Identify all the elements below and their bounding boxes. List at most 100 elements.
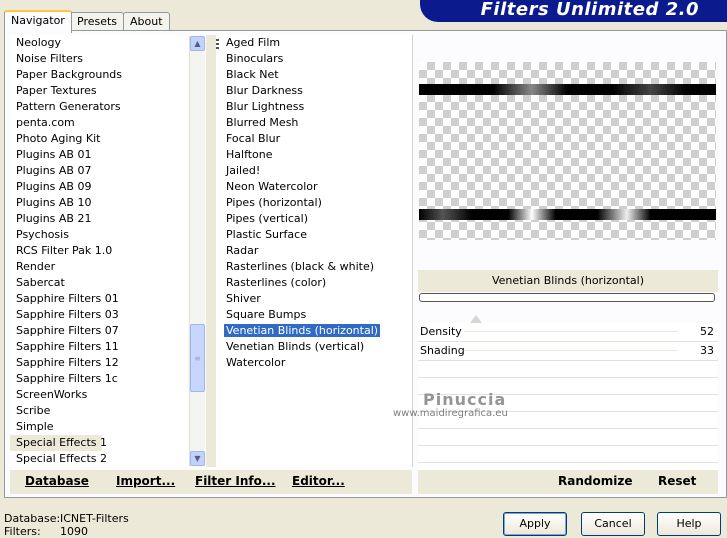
filter-item-label: Plastic Surface: [226, 228, 307, 241]
left-action-bar: Database Import... Filter Info... Editor…: [10, 470, 412, 494]
control-empty: [418, 429, 718, 446]
control-value: 52: [700, 325, 714, 338]
filter-item-label: Blur Darkness: [226, 84, 303, 97]
scroll-up-button[interactable]: ▲: [190, 36, 205, 51]
category-item[interactable]: Sapphire Filters 1c: [10, 371, 188, 387]
control-shading[interactable]: Shading 33: [418, 342, 718, 361]
category-item[interactable]: ScreenWorks: [10, 387, 188, 403]
control-empty: [418, 395, 718, 412]
category-item[interactable]: Special Effects 2: [10, 451, 188, 467]
control-value: 33: [700, 344, 714, 357]
tab-navigator[interactable]: Navigator: [4, 10, 72, 33]
category-item[interactable]: RCS Filter Pak 1.0: [10, 243, 188, 259]
filter-item-label: Blur Lightness: [226, 100, 305, 113]
filter-item[interactable]: Blur Darkness: [216, 83, 412, 99]
filter-item[interactable]: Shiver: [216, 291, 412, 307]
list-splitter[interactable]: [206, 35, 216, 467]
category-item[interactable]: Sapphire Filters 07: [10, 323, 188, 339]
filter-item-label: Rasterlines (color): [226, 276, 327, 289]
filter-item[interactable]: Venetian Blinds (horizontal): [216, 323, 412, 339]
control-density[interactable]: Density 52: [418, 315, 718, 342]
category-item[interactable]: Sabercat: [10, 275, 188, 291]
editor-button[interactable]: Editor...: [292, 474, 345, 488]
filter-item[interactable]: Rasterlines (black & white): [216, 259, 412, 275]
database-value: ICNET-Filters: [60, 512, 129, 525]
filter-list[interactable]: Aged Film Binoculars Black Net Blur Darknes…: [216, 35, 413, 467]
filter-item[interactable]: Black Net: [216, 67, 412, 83]
filter-item-label: Aged Film: [226, 36, 281, 49]
control-empty: [418, 361, 718, 378]
category-item[interactable]: Photo Aging Kit: [10, 131, 188, 147]
filter-item-label: Black Net: [226, 68, 279, 81]
filter-item[interactable]: Blur Lightness: [216, 99, 412, 115]
filter-item[interactable]: Blurred Mesh: [216, 115, 412, 131]
tab-presets[interactable]: Presets: [70, 12, 125, 31]
import-button[interactable]: Import...: [116, 474, 175, 488]
randomize-button[interactable]: Randomize: [558, 474, 632, 488]
filter-item[interactable]: Focal Blur: [216, 131, 412, 147]
grip-icon: ≡: [194, 353, 201, 363]
category-item[interactable]: Pattern Generators: [10, 99, 188, 115]
category-item[interactable]: penta.com: [10, 115, 188, 131]
category-item[interactable]: Plugins AB 10: [10, 195, 188, 211]
filter-item[interactable]: Jailed!: [216, 163, 412, 179]
filter-controls: Density 52 Shading 33: [418, 315, 718, 480]
category-item[interactable]: Psychosis: [10, 227, 188, 243]
category-item[interactable]: Paper Backgrounds: [10, 67, 188, 83]
title-banner: Filters Unlimited 2.0: [420, 0, 727, 22]
filter-item-label: Square Bumps: [226, 308, 307, 321]
scroll-down-button[interactable]: ▼: [190, 451, 205, 466]
filter-item-label: Radar: [226, 244, 259, 257]
selected-filter-name: Venetian Blinds (horizontal): [418, 270, 718, 292]
control-empty: [418, 446, 718, 463]
category-item[interactable]: Noise Filters: [10, 51, 188, 67]
filter-item[interactable]: Radar: [216, 243, 412, 259]
filter-item-label: Rasterlines (black & white): [226, 260, 375, 273]
apply-button[interactable]: Apply: [503, 512, 567, 536]
category-item[interactable]: Sapphire Filters 12: [10, 355, 188, 371]
category-item[interactable]: Simple: [10, 419, 188, 435]
control-label: Density: [420, 325, 462, 338]
filter-item[interactable]: Venetian Blinds (vertical): [216, 339, 412, 355]
filter-info-button[interactable]: Filter Info...: [195, 474, 276, 488]
category-item[interactable]: Sapphire Filters 01: [10, 291, 188, 307]
category-item[interactable]: Neology: [10, 35, 188, 51]
filter-item-label: Binoculars: [226, 52, 284, 65]
filter-item-label: Shiver: [226, 292, 261, 305]
help-button[interactable]: Help: [657, 512, 721, 536]
filter-item[interactable]: Binoculars: [216, 51, 412, 67]
reset-button[interactable]: Reset: [658, 474, 696, 488]
filters-value: 1090: [60, 525, 88, 538]
category-item[interactable]: Plugins AB 21: [10, 211, 188, 227]
filter-item[interactable]: Halftone: [216, 147, 412, 163]
category-item[interactable]: Plugins AB 01: [10, 147, 188, 163]
filter-item[interactable]: Watercolor: [216, 355, 412, 371]
chevron-up-icon: ▲: [194, 39, 201, 48]
category-scrollbar[interactable]: ▲ ≡ ▼: [189, 36, 205, 466]
filter-item[interactable]: Square Bumps: [216, 307, 412, 323]
category-item[interactable]: Scribe: [10, 403, 188, 419]
preview-stripe-bottom: [419, 209, 716, 220]
chevron-down-icon: ▼: [194, 454, 201, 463]
tab-about[interactable]: About: [123, 12, 170, 31]
database-button[interactable]: Database: [25, 474, 89, 488]
filter-item[interactable]: Aged Film: [216, 35, 412, 51]
filter-item-label: Blurred Mesh: [226, 116, 299, 129]
filter-item[interactable]: Plastic Surface: [216, 227, 412, 243]
category-item[interactable]: Sapphire Filters 03: [10, 307, 188, 323]
category-list[interactable]: Neology Noise Filters Paper Backgrounds Pap…: [10, 35, 188, 467]
filter-item[interactable]: Pipes (vertical): [216, 211, 412, 227]
scroll-thumb[interactable]: ≡: [190, 324, 205, 392]
filter-item[interactable]: Neon Watercolor: [216, 179, 412, 195]
category-item[interactable]: Plugins AB 09: [10, 179, 188, 195]
filter-item[interactable]: Rasterlines (color): [216, 275, 412, 291]
category-item[interactable]: Sapphire Filters 11: [10, 339, 188, 355]
category-item[interactable]: Paper Textures: [10, 83, 188, 99]
category-item[interactable]: Special Effects 1: [10, 435, 107, 451]
cancel-button[interactable]: Cancel: [581, 512, 645, 536]
category-item[interactable]: Plugins AB 07: [10, 163, 188, 179]
filter-item[interactable]: Pipes (horizontal): [216, 195, 412, 211]
density-marker-icon: [470, 315, 482, 323]
filters-label: Filters:: [4, 525, 41, 538]
category-item[interactable]: Render: [10, 259, 188, 275]
